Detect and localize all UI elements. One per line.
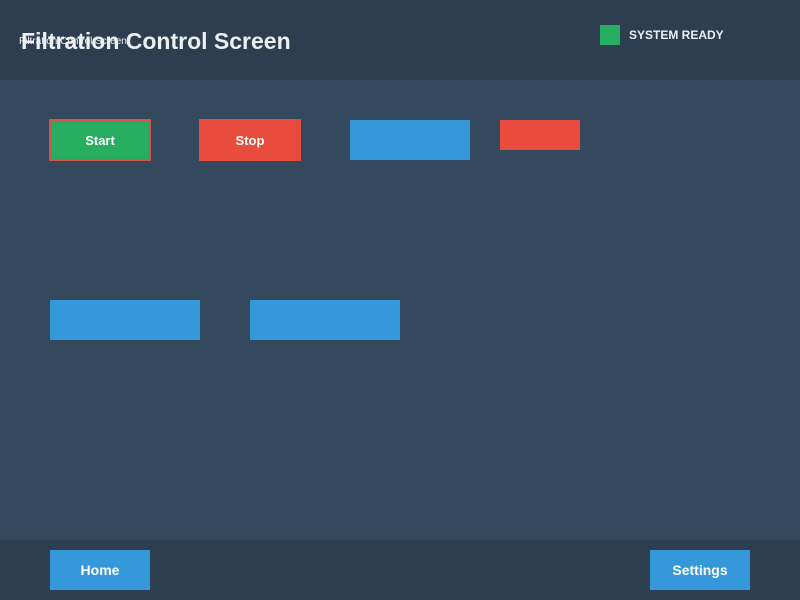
- start-button[interactable]: Start: [49, 119, 151, 161]
- unlabeled-blue-button-1[interactable]: [350, 120, 470, 160]
- unlabeled-red-button[interactable]: [500, 120, 580, 150]
- header-bar: Filtration Control Screen Filtration Con…: [0, 0, 800, 80]
- filtration-control-screen: Filtration Control Screen Filtration Con…: [0, 0, 800, 600]
- unlabeled-blue-button-3[interactable]: [250, 300, 400, 340]
- home-button[interactable]: Home: [50, 550, 150, 590]
- page-title: Filtration Control Screen: [21, 28, 291, 54]
- footer-bar: Home Settings: [0, 540, 800, 600]
- settings-button[interactable]: Settings: [650, 550, 750, 590]
- stop-button[interactable]: Stop: [199, 119, 301, 161]
- unlabeled-blue-button-2[interactable]: [50, 300, 200, 340]
- status-text: SYSTEM READY: [629, 28, 724, 42]
- status-indicator-icon: [600, 25, 620, 45]
